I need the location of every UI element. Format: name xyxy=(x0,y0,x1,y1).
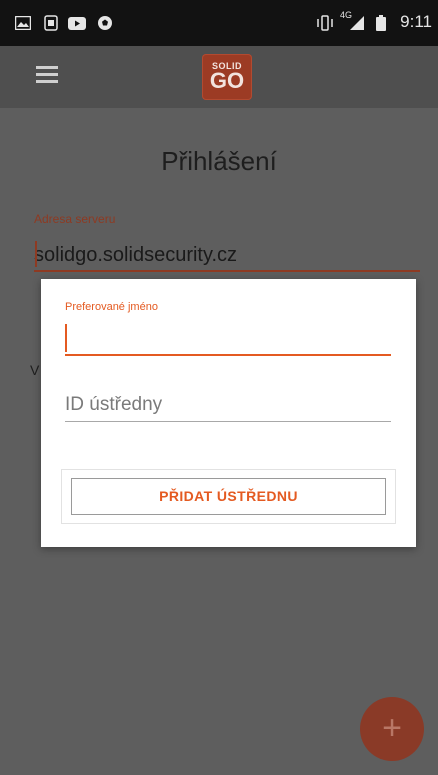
panel-id-underline xyxy=(65,421,391,422)
sim-notification-icon xyxy=(42,14,60,32)
hamburger-menu-icon[interactable] xyxy=(36,66,58,84)
image-notification-icon xyxy=(14,14,32,32)
app-toolbar: SOLID GO xyxy=(0,46,438,108)
signal-icon xyxy=(348,14,366,32)
football-notification-icon xyxy=(96,14,114,32)
add-panel-dialog: Preferované jméno PŘIDAT ÚSTŘEDNU xyxy=(41,279,416,547)
page-title: Přihlášení xyxy=(161,146,277,176)
status-bar: 4G 9:11 xyxy=(0,0,438,46)
vibrate-icon xyxy=(316,14,334,32)
panel-id-input[interactable] xyxy=(65,389,391,421)
preferred-name-input[interactable] xyxy=(65,321,391,353)
server-address-underline xyxy=(34,270,420,272)
add-fab-button[interactable]: + xyxy=(360,697,424,761)
solid-go-logo: SOLID GO xyxy=(202,54,252,100)
preferred-name-cursor xyxy=(65,324,67,352)
add-panel-button[interactable]: PŘIDAT ÚSTŘEDNU xyxy=(71,478,386,515)
battery-icon xyxy=(372,14,390,32)
server-address-cursor xyxy=(35,241,37,267)
preferred-name-label: Preferované jméno xyxy=(65,301,158,313)
obscured-label-fragment: V xyxy=(30,362,40,378)
logo-text-bottom: GO xyxy=(209,68,245,93)
youtube-notification-icon xyxy=(68,14,86,32)
server-address-input[interactable]: solidgo.solidsecurity.cz xyxy=(34,244,237,267)
status-time: 9:11 xyxy=(400,12,432,31)
server-address-label: Adresa serveru xyxy=(34,212,116,226)
preferred-name-underline xyxy=(65,354,391,356)
